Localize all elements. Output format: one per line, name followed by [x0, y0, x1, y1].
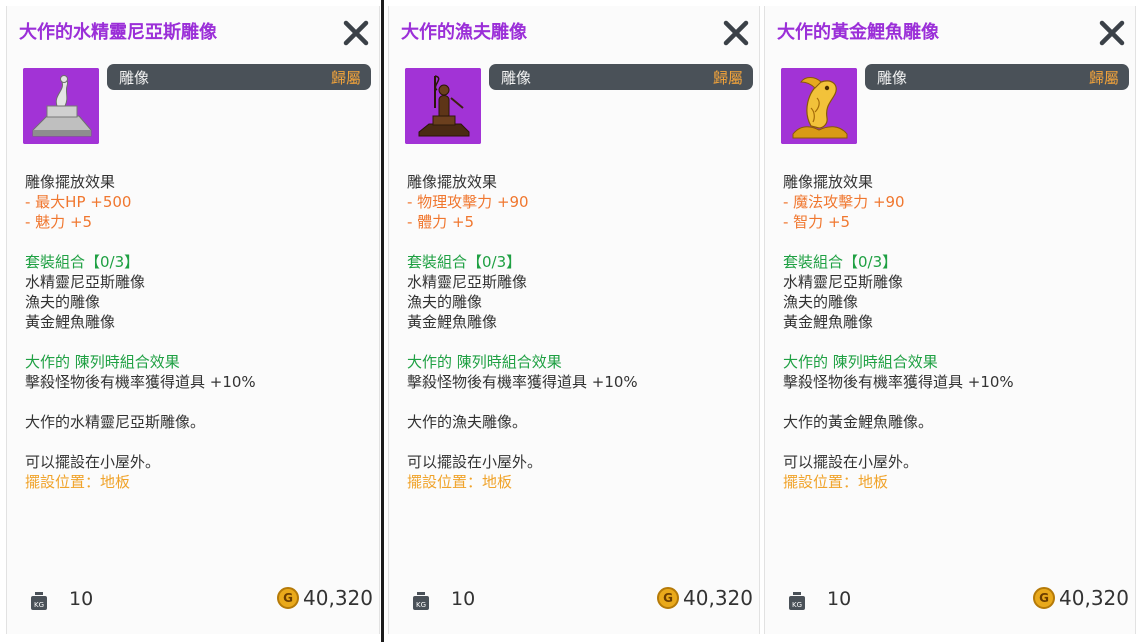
gold-coin-icon: G [1033, 587, 1056, 609]
binding-label: 歸屬 [1088, 69, 1119, 87]
weight-value: 10 [827, 588, 852, 610]
effect-line: - 魅力 +5 [25, 213, 93, 231]
effect-line: - 最大HP +500 [25, 193, 132, 211]
category-label: 雕像 [501, 69, 532, 87]
category-bar: 雕像 歸屬 [107, 64, 371, 90]
set-heading: 套裝組合【0/3】 [407, 253, 522, 271]
binding-label: 歸屬 [330, 69, 361, 87]
golden-carp-statue-icon [781, 68, 857, 144]
set-item: 水精靈尼亞斯雕像 [407, 273, 528, 291]
placement-note: 可以擺設在小屋外。 [25, 453, 161, 471]
svg-text:KG: KG [792, 601, 802, 609]
flavor-text: 大作的漁夫雕像。 [407, 413, 528, 431]
water-spirit-statue-icon [23, 68, 99, 144]
set-heading: 套裝組合【0/3】 [25, 253, 140, 271]
item-description: 雕像擺放效果 - 物理攻擊力 +90 - 體力 +5 套裝組合【0/3】 水精靈… [407, 172, 749, 492]
weight-value: 10 [451, 588, 476, 610]
set-item: 漁夫的雕像 [25, 293, 101, 311]
item-description: 雕像擺放效果 - 魔法攻擊力 +90 - 智力 +5 套裝組合【0/3】 水精靈… [783, 172, 1125, 492]
binding-label: 歸屬 [712, 69, 743, 87]
placement-location: 擺設位置：地板 [25, 473, 131, 491]
set-item: 黃金鯉魚雕像 [25, 313, 116, 331]
combo-effect: 擊殺怪物後有機率獲得道具 +10% [25, 373, 256, 391]
set-heading: 套裝組合【0/3】 [783, 253, 898, 271]
price-value: 40,320 [683, 586, 753, 610]
set-item: 漁夫的雕像 [783, 293, 859, 311]
effect-heading: 雕像擺放效果 [407, 173, 498, 191]
effect-heading: 雕像擺放效果 [25, 173, 116, 191]
item-tooltip-panel: 大作的漁夫雕像 雕像 歸屬 雕像擺放效果 - 物理攻擊力 +90 - 體力 +5… [388, 6, 760, 634]
set-item: 水精靈尼亞斯雕像 [25, 273, 146, 291]
set-item: 黃金鯉魚雕像 [407, 313, 498, 331]
placement-note: 可以擺設在小屋外。 [407, 453, 543, 471]
combo-heading: 大作的 陳列時組合效果 [783, 353, 938, 371]
effect-line: - 物理攻擊力 +90 [407, 193, 529, 211]
category-bar: 雕像 歸屬 [865, 64, 1129, 90]
flavor-text: 大作的黃金鯉魚雕像。 [783, 413, 934, 431]
flavor-text: 大作的水精靈尼亞斯雕像。 [25, 413, 206, 431]
fisherman-statue-icon [405, 68, 481, 144]
kg-weight-icon: KG [787, 591, 807, 611]
kg-weight-icon: KG [411, 591, 431, 611]
item-title: 大作的黃金鯉魚雕像 [777, 22, 939, 43]
close-icon[interactable] [723, 20, 749, 46]
set-item: 漁夫的雕像 [407, 293, 483, 311]
item-title: 大作的漁夫雕像 [401, 22, 527, 43]
effect-line: - 體力 +5 [407, 213, 475, 231]
effect-line: - 智力 +5 [783, 213, 851, 231]
placement-location: 擺設位置：地板 [407, 473, 513, 491]
category-label: 雕像 [119, 69, 150, 87]
gold-coin-icon: G [657, 587, 680, 609]
combo-heading: 大作的 陳列時組合效果 [25, 353, 180, 371]
combo-heading: 大作的 陳列時組合效果 [407, 353, 562, 371]
effect-heading: 雕像擺放效果 [783, 173, 874, 191]
set-item: 黃金鯉魚雕像 [783, 313, 874, 331]
combo-effect: 擊殺怪物後有機率獲得道具 +10% [783, 373, 1014, 391]
set-item: 水精靈尼亞斯雕像 [783, 273, 904, 291]
close-icon[interactable] [1099, 20, 1125, 46]
price: G 40,320 [277, 586, 373, 610]
panel-divider [381, 0, 384, 642]
placement-note: 可以擺設在小屋外。 [783, 453, 919, 471]
item-description: 雕像擺放效果 - 最大HP +500 - 魅力 +5 套裝組合【0/3】 水精靈… [25, 172, 369, 492]
weight-value: 10 [69, 588, 94, 610]
svg-text:KG: KG [34, 601, 44, 609]
placement-location: 擺設位置：地板 [783, 473, 889, 491]
gold-coin-icon: G [277, 587, 300, 609]
category-bar: 雕像 歸屬 [489, 64, 753, 90]
price: G 40,320 [1033, 586, 1129, 610]
price-value: 40,320 [1059, 586, 1129, 610]
item-title: 大作的水精靈尼亞斯雕像 [19, 22, 217, 43]
price-value: 40,320 [303, 586, 373, 610]
effect-line: - 魔法攻擊力 +90 [783, 193, 905, 211]
item-tooltip-panel: 大作的黃金鯉魚雕像 雕像 歸屬 雕像擺放效果 - 魔法攻擊力 +90 - 智力 … [764, 6, 1136, 634]
svg-text:KG: KG [416, 601, 426, 609]
close-icon[interactable] [343, 20, 369, 46]
category-label: 雕像 [877, 69, 908, 87]
combo-effect: 擊殺怪物後有機率獲得道具 +10% [407, 373, 638, 391]
price: G 40,320 [657, 586, 753, 610]
item-tooltip-panel: 大作的水精靈尼亞斯雕像 雕像 歸屬 雕像擺放效果 - 最大HP +500 - 魅… [6, 6, 380, 634]
kg-weight-icon: KG [29, 591, 49, 611]
